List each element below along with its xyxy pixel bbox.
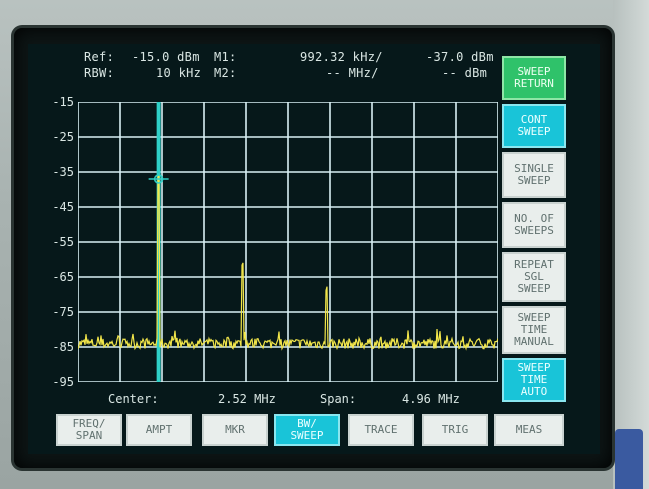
center-label: Center: — [108, 392, 159, 406]
instrument-cabinet — [613, 0, 649, 489]
softkey-sweep-return[interactable]: SWEEP RETURN — [502, 56, 566, 100]
softkey-single-sweep[interactable]: SINGLE SWEEP — [502, 152, 566, 198]
m1-label: M1: — [214, 50, 237, 64]
hotkey-trig[interactable]: TRIG — [422, 414, 488, 446]
m1-frequency: 992.32 kHz/ — [300, 50, 383, 64]
m2-frequency: -- MHz/ — [326, 66, 379, 80]
softkey-no-of-sweeps[interactable]: NO. OF SWEEPS — [502, 202, 566, 248]
hotkey-freq-span[interactable]: FREQ/ SPAN — [56, 414, 122, 446]
m1-level: -37.0 dBm — [426, 50, 494, 64]
y-tick-label: -95 — [52, 375, 74, 389]
softkey-sweep-time-manual[interactable]: SWEEP TIME MANUAL — [502, 306, 566, 354]
span-label: Span: — [320, 392, 357, 406]
m2-label: M2: — [214, 66, 237, 80]
softkey-cont-sweep[interactable]: CONT SWEEP — [502, 104, 566, 148]
y-tick-label: -45 — [52, 200, 74, 214]
hotkey-trace[interactable]: TRACE — [348, 414, 414, 446]
y-tick-label: -35 — [52, 165, 74, 179]
y-tick-label: -25 — [52, 130, 74, 144]
hotkey-ampt[interactable]: AMPT — [126, 414, 192, 446]
rbw-label: RBW: — [84, 66, 115, 80]
ref-label: Ref: — [84, 50, 115, 64]
m2-level: -- dBm — [442, 66, 488, 80]
analyzer-screen: Ref: -15.0 dBm M1: 992.32 kHz/ -37.0 dBm… — [28, 44, 600, 454]
y-tick-label: -55 — [52, 235, 74, 249]
softkey-repeat-sgl-sweep[interactable]: REPEAT SGL SWEEP — [502, 252, 566, 302]
y-tick-label: -15 — [52, 95, 74, 109]
rbw-value: 10 kHz — [156, 66, 202, 80]
ref-value: -15.0 dBm — [132, 50, 200, 64]
softkey-sweep-time-auto[interactable]: SWEEP TIME AUTO — [502, 358, 566, 402]
y-tick-label: -75 — [52, 305, 74, 319]
spectrum-plot[interactable] — [78, 102, 498, 382]
y-tick-label: -85 — [52, 340, 74, 354]
center-value: 2.52 MHz — [218, 392, 276, 406]
front-panel-knob[interactable] — [615, 429, 643, 489]
hotkey-meas[interactable]: MEAS — [494, 414, 564, 446]
plot-grid — [78, 102, 498, 382]
hotkey-bw-sweep[interactable]: BW/ SWEEP — [274, 414, 340, 446]
hotkey-mkr[interactable]: MKR — [202, 414, 268, 446]
y-tick-label: -65 — [52, 270, 74, 284]
span-value: 4.96 MHz — [402, 392, 460, 406]
